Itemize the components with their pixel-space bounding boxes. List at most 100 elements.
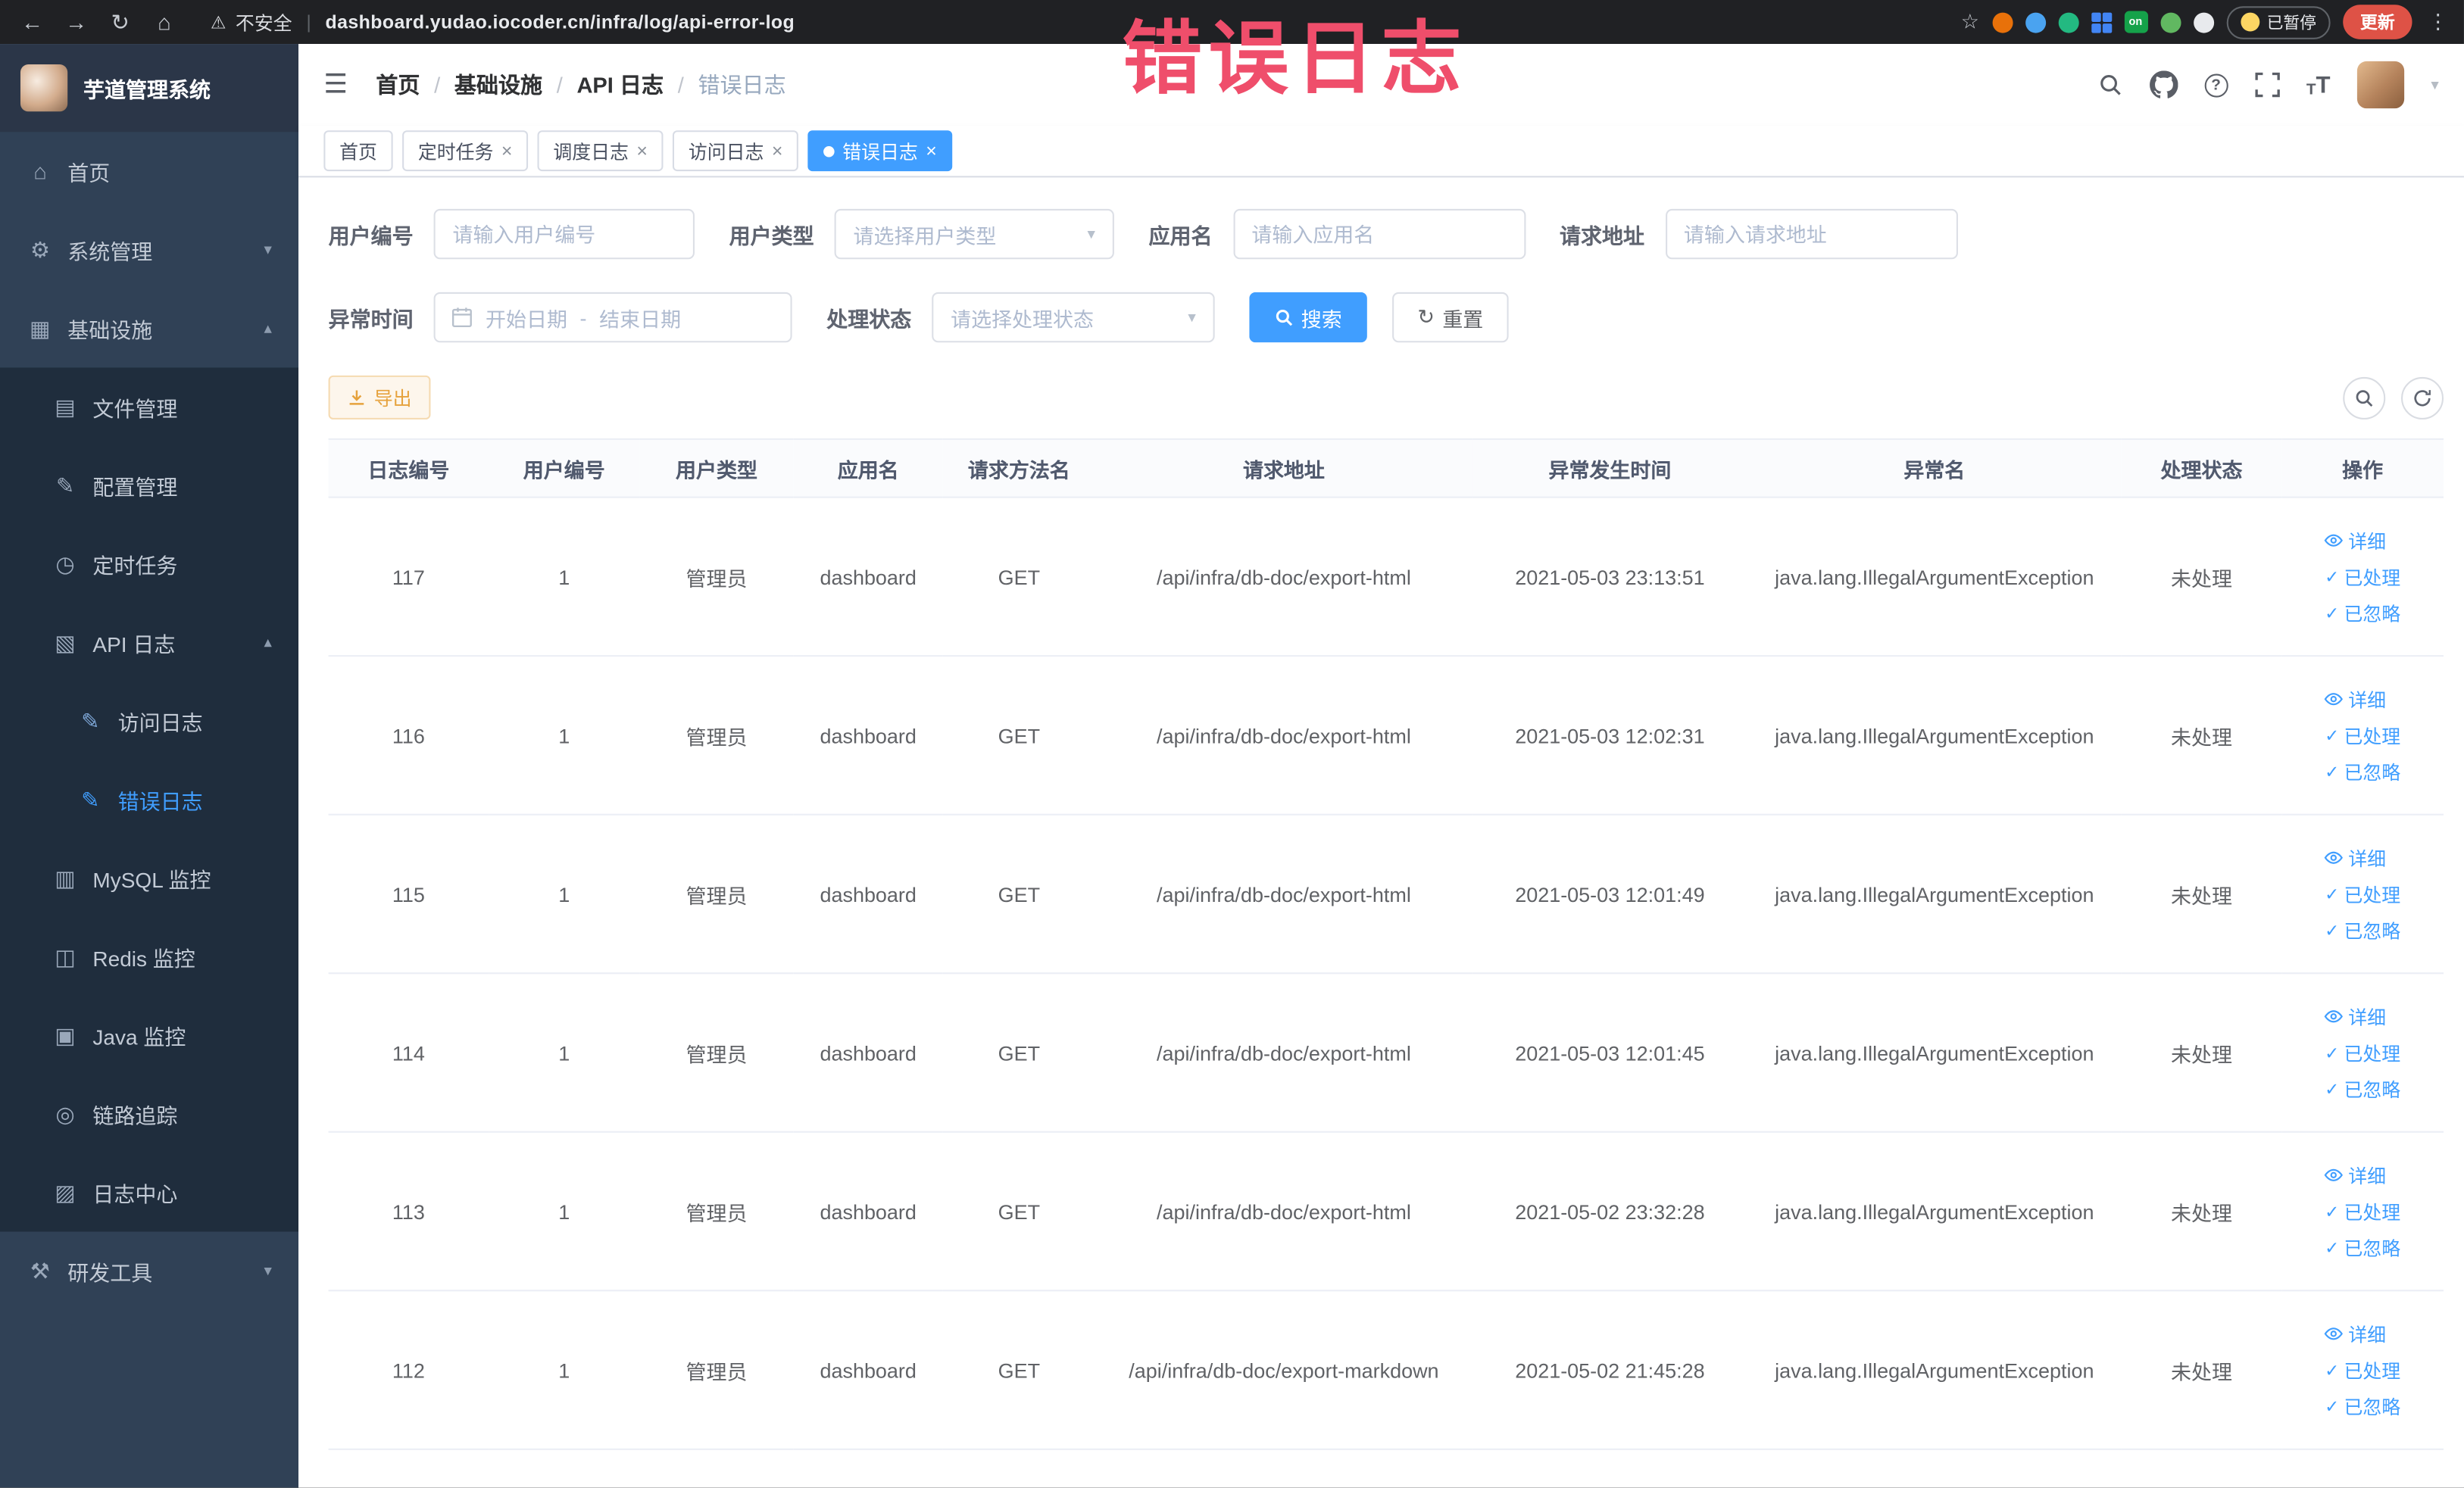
detail-link[interactable]: 详细 [2325,1162,2386,1188]
back-icon[interactable]: ← [13,9,52,34]
tab-label: 首页 [339,140,377,163]
extension-icon-paw[interactable] [2193,11,2214,33]
cell-user-id: 1 [489,656,640,816]
ignored-link[interactable]: ✓ 已忽略 [2325,1393,2400,1419]
extension-icon-on-badge[interactable]: on [2123,11,2147,33]
extension-icon-orange[interactable] [1991,11,2013,33]
user-id-input[interactable] [433,208,695,260]
filter-label: 用户编号 [328,224,414,248]
extension-icon-leaf[interactable] [2160,11,2181,33]
sidebar-item-mysql-monitor[interactable]: ▥ MySQL 监控 [0,839,298,918]
help-icon[interactable]: ? [2204,73,2228,97]
process-status-select[interactable]: 请选择处理状态 ▾ [932,292,1215,343]
request-url-input[interactable] [1665,208,1957,260]
sidebar-item-devtools[interactable]: ⚒ 研发工具 ▾ [0,1231,298,1310]
extension-icon-green[interactable] [2057,11,2078,33]
reload-icon[interactable]: ↻ [101,8,140,35]
processed-link[interactable]: ✓ 已处理 [2325,881,2400,907]
text-size-icon[interactable]: TT [2306,71,2331,98]
detail-link[interactable]: 详细 [2325,527,2386,554]
processed-link[interactable]: ✓ 已处理 [2325,1039,2400,1065]
paused-badge[interactable]: 已暂停 [2225,5,2331,39]
breadcrumb-item[interactable]: 首页 [376,69,420,100]
app-name-input[interactable] [1232,208,1526,260]
home-icon[interactable]: ⌂ [145,9,184,34]
check-icon: ✓ [2325,1397,2340,1417]
cell-method: GET [942,656,1095,816]
ignored-link[interactable]: ✓ 已忽略 [2325,1075,2400,1102]
sidebar-item-java-monitor[interactable]: ▣ Java 监控 [0,996,298,1075]
sidebar-item-log-center[interactable]: ▨ 日志中心 [0,1153,298,1232]
toggle-search-button[interactable] [2343,376,2386,419]
export-button[interactable]: 导出 [328,375,431,420]
ignored-link[interactable]: ✓ 已忽略 [2325,917,2400,944]
cell-actions: 详细 ✓ 已处理 ✓ 已忽略 [2281,973,2444,1133]
close-icon[interactable]: × [772,142,783,161]
detail-link[interactable]: 详细 [2325,1321,2386,1347]
sidebar-item-config-mgmt[interactable]: ✎ 配置管理 [0,446,298,525]
hamburger-icon[interactable]: ☰ [323,69,348,100]
filter-label: 请求地址 [1560,224,1645,248]
bookmark-star-icon[interactable]: ☆ [1961,9,1979,34]
avatar[interactable] [2356,61,2405,109]
tab-home[interactable]: 首页 [323,130,393,172]
sidebar-item-system[interactable]: ⚙ 系统管理 ▾ [0,211,298,289]
ignored-link-label: 已忽略 [2344,919,2401,942]
extension-icon-blue[interactable] [2025,11,2046,33]
sidebar-item-home[interactable]: ⌂ 首页 [0,132,298,211]
update-button[interactable]: 更新 [2343,5,2412,39]
cell-exception-time: 2021-05-03 12:01:45 [1472,973,1747,1133]
reset-button[interactable]: ↻ 重置 [1392,292,1509,343]
detail-link[interactable]: 详细 [2325,686,2386,713]
search-button[interactable]: 搜索 [1249,292,1367,343]
sidebar-item-label: 定时任务 [92,554,178,579]
processed-link[interactable]: ✓ 已处理 [2325,563,2400,590]
sidebar-item-error-log[interactable]: ✎ 错误日志 [0,760,298,839]
cell-log-id: 112 [328,1290,489,1450]
refresh-table-button[interactable] [2400,376,2444,419]
detail-link[interactable]: 详细 [2325,1003,2386,1030]
calendar-icon [451,307,473,329]
browser-menu-icon[interactable]: ⋮ [2428,9,2448,34]
sidebar-item-redis-monitor[interactable]: ◫ Redis 监控 [0,918,298,997]
detail-link[interactable]: 详细 [2325,844,2386,871]
eye-icon [2325,848,2344,867]
sidebar-item-timed-task[interactable]: ◷ 定时任务 [0,525,298,604]
sidebar-item-file-mgmt[interactable]: ▤ 文件管理 [0,367,298,446]
chevron-down-icon[interactable]: ▾ [2431,76,2438,94]
processed-link-label: 已处理 [2344,1359,2401,1382]
sidebar-item-label: 系统管理 [67,240,153,264]
app-logo[interactable]: 芋道管理系统 [0,44,299,133]
ignored-link[interactable]: ✓ 已忽略 [2325,758,2400,785]
ignored-link[interactable]: ✓ 已忽略 [2325,599,2400,625]
filter-exception-time: 异常时间 开始日期 - 结束日期 [329,292,792,343]
sidebar-item-access-log[interactable]: ✎ 访问日志 [0,682,298,760]
tab-label: 定时任务 [417,140,494,163]
extension-icon-grid[interactable] [2091,11,2112,33]
date-range-picker[interactable]: 开始日期 - 结束日期 [433,292,792,343]
sidebar-item-api-log[interactable]: ▧ API 日志 ▴ [0,604,298,682]
processed-link[interactable]: ✓ 已处理 [2325,1198,2400,1224]
close-icon[interactable]: × [926,142,937,161]
sidebar-item-infra[interactable]: ▦ 基础设施 ▴ [0,289,298,368]
user-type-select[interactable]: 请选择用户类型 ▾ [834,208,1114,260]
sidebar-item-tracing[interactable]: ◎ 链路追踪 [0,1075,298,1153]
cell-user-type: 管理员 [639,973,794,1133]
eye-icon [2325,531,2344,550]
tab-access-log[interactable]: 访问日志 × [673,130,799,172]
search-icon[interactable] [2097,72,2122,97]
breadcrumb-item[interactable]: 基础设施 [454,69,542,100]
address-bar[interactable]: ⚠ 不安全 | dashboard.yudao.iocoder.cn/infra… [211,8,1957,35]
forward-icon[interactable]: → [57,9,96,34]
processed-link[interactable]: ✓ 已处理 [2325,1356,2400,1383]
processed-link[interactable]: ✓ 已处理 [2325,722,2400,748]
breadcrumb-item[interactable]: API 日志 [576,69,664,100]
close-icon[interactable]: × [501,142,513,161]
tab-schedule-log[interactable]: 调度日志 × [537,130,664,172]
tab-error-log[interactable]: 错误日志 × [807,130,953,172]
fullscreen-icon[interactable] [2254,72,2280,98]
github-icon[interactable] [2149,70,2178,98]
tab-timed-task[interactable]: 定时任务 × [402,130,529,172]
ignored-link[interactable]: ✓ 已忽略 [2325,1234,2400,1261]
close-icon[interactable]: × [636,142,648,161]
